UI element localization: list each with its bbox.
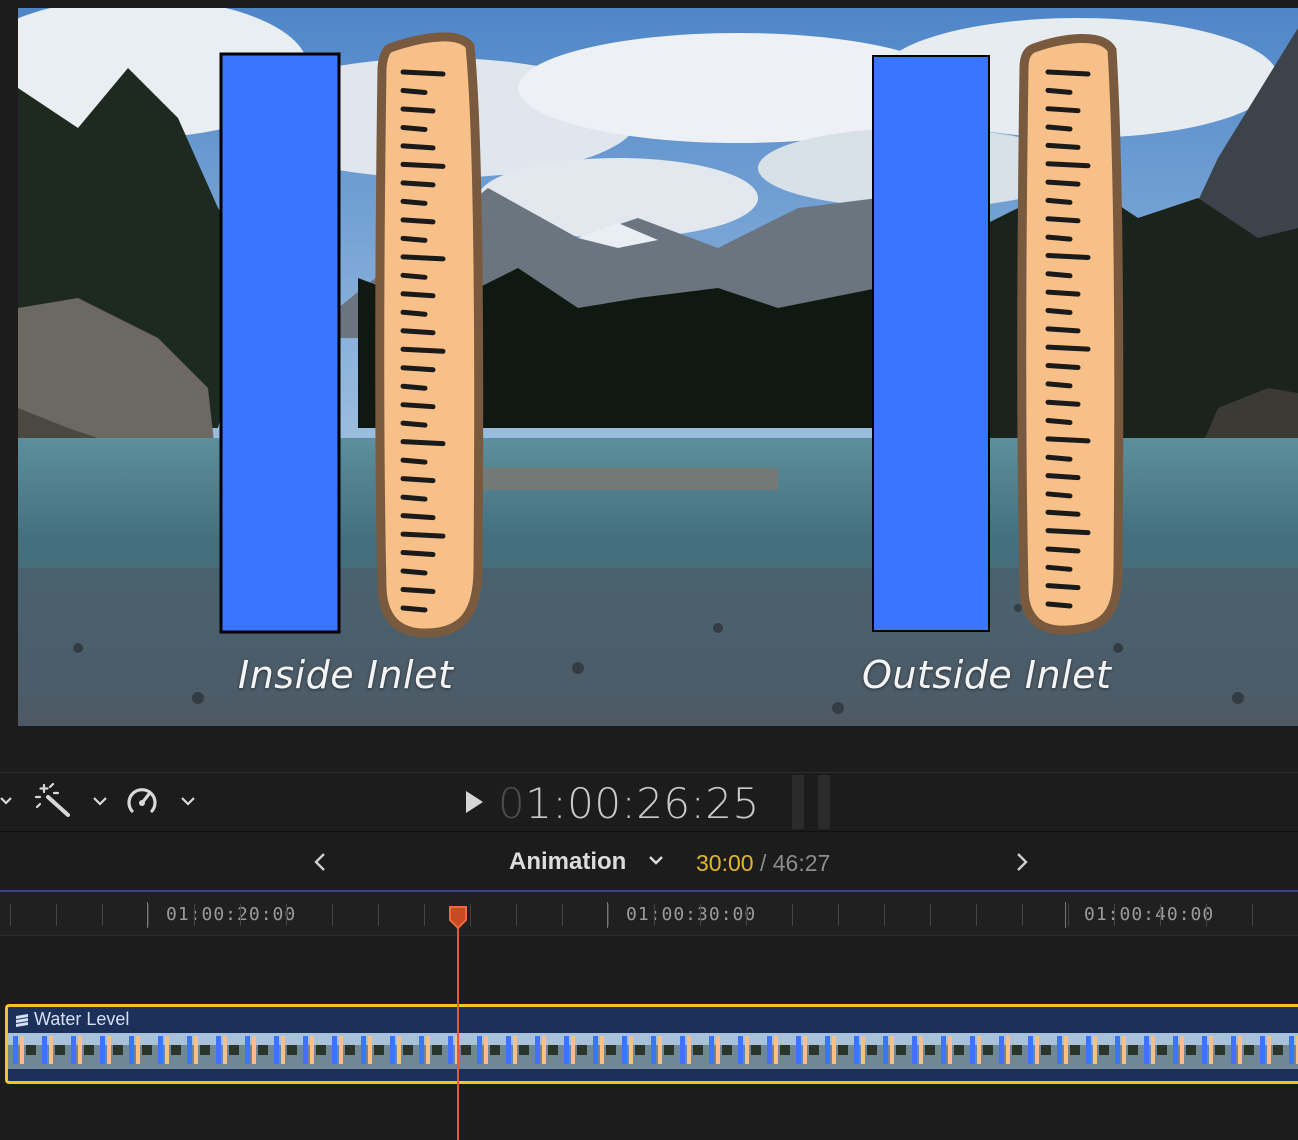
ruler-label: 01:00:40:00 <box>1084 904 1215 925</box>
speedometer-icon[interactable] <box>124 783 160 819</box>
scene-image <box>18 8 1298 726</box>
chevron-left-icon[interactable] <box>313 852 327 872</box>
clip-water-level[interactable]: Water Level <box>5 1004 1298 1084</box>
chevron-down-icon[interactable] <box>180 795 196 807</box>
inside-water-bar[interactable] <box>219 52 341 634</box>
timecode-leading-digit: 0 <box>498 779 526 828</box>
animation-total-time: 46:27 <box>772 850 831 876</box>
play-icon[interactable] <box>466 791 483 813</box>
inside-ruler[interactable] <box>375 32 484 638</box>
fcp-window: Inside Inlet Outside Inlet 01:00:26:25 A… <box>0 0 1298 1140</box>
clip-title: Water Level <box>14 1009 129 1030</box>
magic-wand-icon[interactable] <box>34 783 74 817</box>
animation-editor-bar: Animation 30:00 / 46:27 <box>0 832 1298 892</box>
timeline-ruler[interactable]: 01:00:20:00 01:00:30:00 01:00:40:00 <box>0 894 1298 936</box>
playhead-handle[interactable] <box>448 906 468 930</box>
clip-name: Water Level <box>34 1009 130 1029</box>
audio-meters <box>792 775 834 829</box>
compound-clip-icon <box>16 1014 28 1027</box>
caption-inside-inlet: Inside Inlet <box>238 653 454 697</box>
playhead[interactable] <box>457 920 459 1140</box>
clip-filmstrip <box>8 1033 1298 1069</box>
viewer-canvas[interactable]: Inside Inlet Outside Inlet <box>18 8 1298 726</box>
outside-water-bar[interactable] <box>872 55 990 632</box>
animation-time-separator: / <box>753 850 773 876</box>
outside-ruler[interactable] <box>1017 34 1124 635</box>
chevron-down-icon[interactable] <box>0 795 14 807</box>
animation-title[interactable]: Animation <box>509 848 626 876</box>
timeline[interactable]: 01:00:20:00 01:00:30:00 01:00:40:00 Wate… <box>0 894 1298 1140</box>
caption-outside-inlet: Outside Inlet <box>862 653 1112 697</box>
viewer-area: Inside Inlet Outside Inlet <box>0 0 1298 772</box>
animation-time-readout: 30:00 / 46:27 <box>696 850 830 877</box>
chevron-down-icon[interactable] <box>92 795 108 807</box>
timecode-display[interactable]: 01:00:26:25 <box>498 779 760 828</box>
animation-current-time: 30:00 <box>696 850 754 876</box>
chevron-right-icon[interactable] <box>1015 852 1029 872</box>
ruler-label: 01:00:20:00 <box>166 904 297 925</box>
viewer-toolbar: 01:00:26:25 <box>0 772 1298 832</box>
chevron-down-icon[interactable] <box>648 854 664 866</box>
ruler-label: 01:00:30:00 <box>626 904 757 925</box>
timecode-value: 1:00:26:25 <box>525 779 760 828</box>
